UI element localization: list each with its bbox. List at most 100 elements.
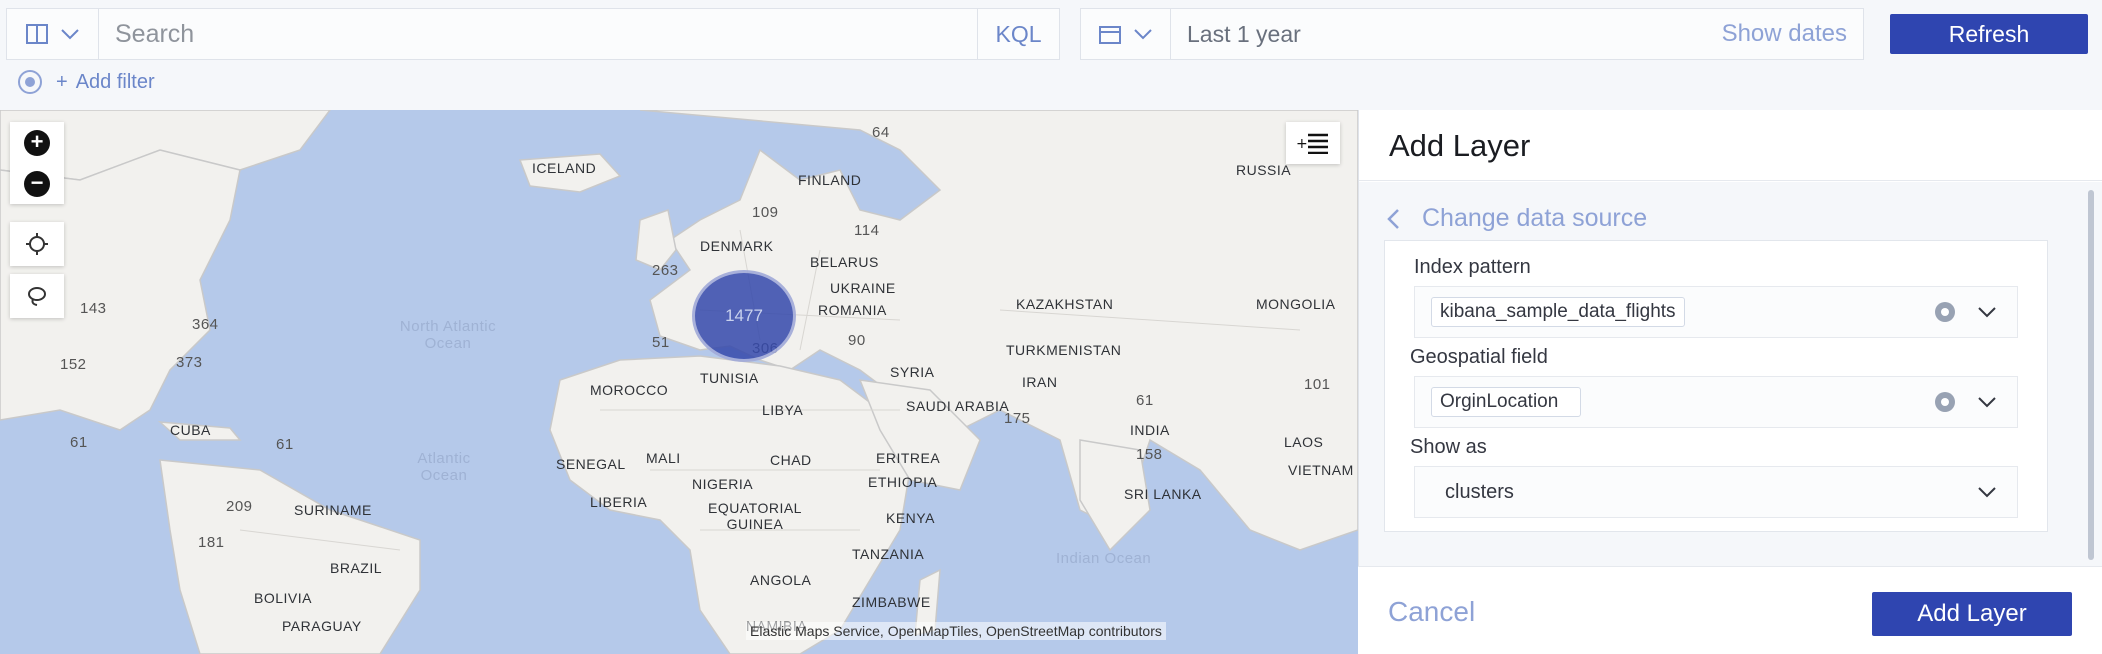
map-label-cuba: CUBA: [170, 422, 211, 438]
panels-icon: [25, 24, 48, 44]
map-label-nigeria: NIGERIA: [692, 476, 754, 492]
map-label-russia: RUSSIA: [1236, 162, 1292, 178]
kql-toggle[interactable]: KQL: [977, 9, 1059, 59]
map-label-ukraine: UKRAINE: [830, 280, 896, 296]
show-as-select[interactable]: clusters: [1414, 466, 2018, 518]
geospatial-field-chip: OrginLocation: [1431, 387, 1582, 417]
map-label-ethiopia: ETHIOPIA: [868, 474, 938, 490]
locate-button[interactable]: [10, 222, 64, 266]
search-group: Search KQL: [6, 8, 1060, 60]
panel-scrollbar[interactable]: [2088, 190, 2094, 560]
crosshair-icon: [26, 233, 48, 255]
legend-toggle-button[interactable]: +: [1286, 122, 1340, 164]
draw-shape-button[interactable]: [10, 274, 64, 318]
geospatial-field-select[interactable]: OrginLocation: [1414, 376, 2018, 428]
map-label-indian-ocean: Indian Ocean: [1056, 550, 1152, 567]
map-label-finland: FINLAND: [798, 172, 862, 188]
chevron-down-icon: [1133, 29, 1152, 40]
cluster-count: 61: [1136, 392, 1154, 409]
map-label-iran: IRAN: [1022, 374, 1058, 390]
cluster-count: 175: [1004, 410, 1031, 427]
add-filter-button[interactable]: + Add filter: [56, 71, 155, 94]
map-attribution[interactable]: Elastic Maps Service, OpenMapTiles, Open…: [746, 622, 1166, 640]
geospatial-field-label: Geospatial field: [1410, 346, 1548, 368]
map-label-saudi-arabia: SAUDI ARABIA: [906, 398, 1010, 414]
cluster-count: 90: [848, 332, 866, 349]
map-label-brazil: BRAZIL: [330, 560, 383, 576]
query-bar: Search KQL Last 1 year Show dates Refres…: [0, 0, 2102, 108]
show-as-value: clusters: [1445, 480, 1514, 503]
index-pattern-select[interactable]: kibana_sample_data_flights: [1414, 286, 2018, 338]
map-label-eritrea: ERITREA: [876, 450, 941, 466]
map-label-laos: LAOS: [1284, 434, 1324, 450]
date-picker: Last 1 year Show dates: [1080, 8, 1864, 60]
cluster-count: 109: [752, 204, 779, 221]
map-label-chad: CHAD: [770, 452, 812, 468]
map-label-kenya: KENYA: [886, 510, 935, 526]
search-input[interactable]: Search: [99, 9, 977, 59]
map-label-angola: ANGOLA: [750, 572, 812, 588]
refresh-button[interactable]: Refresh: [1890, 14, 2088, 54]
cluster-count: 51: [652, 334, 670, 351]
map-label-tunisia: TUNISIA: [700, 370, 759, 386]
index-pattern-label: Index pattern: [1414, 256, 1531, 278]
add-layer-button[interactable]: Add Layer: [1872, 592, 2072, 636]
calendar-icon: [1098, 26, 1121, 44]
map-label-mali: MALI: [646, 450, 681, 466]
map-landmass: [0, 110, 1358, 654]
map-canvas[interactable]: ICELAND FINLAND RUSSIA DENMARK BELARUS U…: [0, 110, 1358, 654]
cluster-count: 263: [652, 262, 679, 279]
cluster-count: 143: [80, 300, 107, 317]
query-menu-button[interactable]: [7, 9, 99, 59]
date-range-text[interactable]: Last 1 year: [1171, 9, 1722, 59]
date-quick-menu-button[interactable]: [1081, 9, 1171, 59]
zoom-in-icon[interactable]: +: [24, 129, 50, 156]
show-dates-link[interactable]: Show dates: [1722, 9, 1863, 59]
cancel-button[interactable]: Cancel: [1388, 596, 1475, 628]
plus-icon: +: [56, 70, 68, 93]
map-label-atlantic-ocean: Atlantic Ocean: [417, 450, 471, 484]
map-label-north-atlantic-ocean: North Atlantic Ocean: [399, 318, 497, 352]
map-label-liberia: LIBERIA: [590, 494, 648, 510]
cluster-count: 64: [872, 124, 890, 141]
change-data-source-label: Change data source: [1422, 204, 1648, 232]
show-as-label: Show as: [1410, 436, 1487, 458]
cluster-count: 61: [70, 434, 88, 451]
map-label-paraguay: PARAGUAY: [282, 618, 362, 634]
map-label-equatorial-guinea: EQUATORIAL GUINEA: [708, 500, 802, 532]
map-label-iceland: ICELAND: [532, 160, 597, 176]
lasso-icon: [28, 287, 46, 306]
chevron-down-icon: [1978, 307, 1996, 318]
map-label-syria: SYRIA: [890, 364, 935, 380]
map-label-zimbabwe: ZIMBABWE: [852, 594, 931, 610]
cluster-marker[interactable]: 1477: [692, 270, 796, 362]
filter-options-icon[interactable]: [18, 70, 42, 94]
clear-icon[interactable]: [1935, 392, 1955, 412]
cluster-count: 158: [1136, 446, 1163, 463]
cluster-count: 101: [1304, 376, 1331, 393]
map-label-sri-lanka: SRI LANKA: [1124, 486, 1202, 502]
chevron-left-icon: [1387, 208, 1399, 229]
chevron-down-icon: [1978, 397, 1996, 408]
map-label-belarus: BELARUS: [810, 254, 879, 270]
clear-icon[interactable]: [1935, 302, 1955, 322]
panel-divider: [1359, 180, 2102, 181]
map-label-tanzania: TANZANIA: [852, 546, 925, 562]
list-add-icon: +: [1296, 133, 1328, 154]
cluster-count: 364: [192, 316, 219, 333]
map-label-libya: LIBYA: [762, 402, 804, 418]
map-label-bolivia: BOLIVIA: [254, 590, 312, 606]
zoom-control: + −: [10, 122, 64, 204]
index-pattern-chip: kibana_sample_data_flights: [1431, 297, 1685, 327]
filter-row: + Add filter: [18, 70, 155, 94]
map-label-romania: ROMANIA: [818, 302, 887, 318]
chevron-down-icon: [60, 29, 79, 40]
cluster-count: 373: [176, 354, 203, 371]
zoom-out-icon[interactable]: −: [24, 170, 50, 197]
map-label-kazakhstan: KAZAKHSTAN: [1016, 296, 1114, 312]
svg-text:+: +: [1296, 136, 1308, 152]
cluster-count: 181: [198, 534, 225, 551]
cluster-count: 152: [60, 356, 87, 373]
change-data-source-link[interactable]: Change data source: [1386, 204, 1647, 233]
cluster-count: 114: [854, 222, 880, 239]
